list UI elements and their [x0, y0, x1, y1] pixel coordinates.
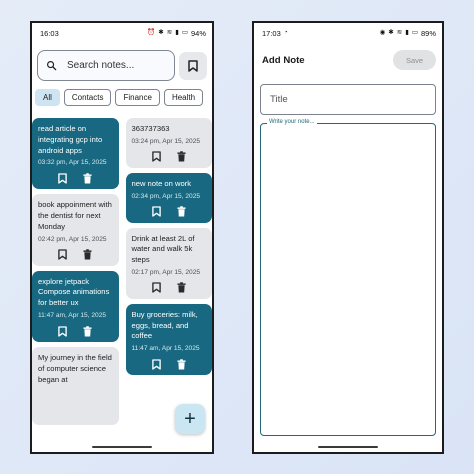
- note-card[interactable]: read article on integrating gcp into and…: [32, 118, 119, 190]
- battery-icon: ▭: [181, 28, 188, 36]
- bluetooth-icon: ✱: [158, 28, 164, 36]
- note-actions: [132, 206, 207, 218]
- status-bar: 16:03 ⏰ ✱ ≋ ▮ ▭ 94%: [32, 23, 212, 43]
- wifi-icon: ≋: [396, 28, 403, 36]
- note-card[interactable]: book appoinment with the dentist for nex…: [32, 194, 119, 266]
- note-text: Drink at least 2L of water and walk 5k s…: [131, 233, 195, 265]
- delete-icon[interactable]: [177, 359, 186, 370]
- battery-level: 89%: [420, 28, 436, 38]
- note-text: My journey in the field of computer scie…: [38, 353, 112, 384]
- delete-icon[interactable]: [83, 173, 92, 184]
- note-card[interactable]: new note on work 02:34 pm, Apr 15, 2025: [125, 172, 212, 223]
- chip-finance[interactable]: Finance: [115, 89, 160, 106]
- add-note-header: Add Note Save: [262, 48, 436, 72]
- note-card[interactable]: explore jetpack Compose animations for b…: [32, 270, 119, 343]
- page-title: Add Note: [262, 54, 305, 66]
- note-date: 02:42 pm, Apr 15, 2025: [38, 235, 107, 243]
- delete-icon[interactable]: [83, 249, 92, 260]
- battery-icon: ▭: [411, 28, 418, 36]
- delete-icon[interactable]: [177, 206, 186, 217]
- bookmark-icon[interactable]: [151, 359, 161, 370]
- note-date: 11:47 am, Apr 15, 2025: [131, 345, 200, 353]
- status-time: 17:03: [262, 28, 281, 38]
- title-input[interactable]: Title: [260, 84, 436, 115]
- note-date: 02:17 pm, Apr 15, 2025: [131, 268, 201, 276]
- signal-icon: ▮: [405, 28, 409, 36]
- chip-all[interactable]: All: [35, 89, 60, 106]
- category-chips: All Contacts Finance Health: [34, 89, 212, 106]
- bookmark-icon: [188, 59, 198, 72]
- bookmark-icon[interactable]: [151, 206, 161, 217]
- status-bar: 17:03 ◔ ◉ ✱ ≋ ▮ ▭ 89%: [254, 23, 442, 43]
- note-text: Buy groceries: milk, eggs, bread, and co…: [131, 309, 198, 341]
- delete-icon[interactable]: [177, 282, 186, 293]
- notes-column-left: read article on integrating gcp into and…: [32, 118, 119, 452]
- save-button[interactable]: Save: [393, 50, 436, 70]
- bookmarks-filter-button[interactable]: [179, 51, 207, 80]
- home-indicator: [318, 446, 378, 448]
- search-input[interactable]: Search notes...: [37, 50, 175, 81]
- note-actions: [132, 358, 207, 370]
- battery-level: 94%: [190, 28, 206, 38]
- note-text: read article on integrating gcp into and…: [38, 124, 103, 155]
- bookmark-icon[interactable]: [151, 282, 161, 294]
- plus-icon: +: [184, 408, 196, 430]
- notification-icon: ◔: [283, 28, 288, 36]
- chip-contacts[interactable]: Contacts: [63, 89, 112, 106]
- note-date: 03:32 pm, Apr 15, 2025: [38, 159, 107, 167]
- add-note-screen: 17:03 ◔ ◉ ✱ ≋ ▮ ▭ 89% Add Note Save Titl…: [252, 21, 444, 454]
- note-actions: [132, 282, 207, 294]
- notes-list-screen: 16:03 ⏰ ✱ ≋ ▮ ▭ 94% Search notes... All …: [30, 21, 214, 454]
- add-note-button[interactable]: +: [175, 404, 205, 434]
- bookmark-icon[interactable]: [151, 151, 161, 162]
- status-time: 16:03: [40, 28, 59, 38]
- note-card[interactable]: Drink at least 2L of water and walk 5k s…: [125, 227, 212, 299]
- note-text: 363737363: [131, 124, 170, 133]
- note-date: 02:34 pm, Apr 15, 2025: [131, 192, 201, 200]
- notes-column-right: 363737363 03:24 pm, Apr 15, 2025 new note …: [125, 118, 212, 452]
- note-body-input[interactable]: Write your note...: [260, 119, 436, 436]
- note-card[interactable]: Buy groceries: milk, eggs, bread, and co…: [125, 303, 212, 376]
- chip-health[interactable]: Health: [163, 89, 204, 106]
- note-actions: [38, 325, 113, 337]
- note-card[interactable]: My journey in the field of computer scie…: [32, 347, 119, 426]
- bookmark-icon[interactable]: [58, 173, 68, 184]
- note-card[interactable]: 363737363 03:24 pm, Apr 15, 2025: [125, 118, 212, 168]
- search-placeholder: Search notes...: [67, 60, 135, 71]
- bookmark-icon[interactable]: [58, 325, 68, 337]
- note-body-label: Write your note...: [267, 119, 317, 125]
- bluetooth-icon: ✱: [388, 28, 394, 36]
- delete-icon[interactable]: [177, 151, 186, 162]
- note-date: 03:24 pm, Apr 15, 2025: [131, 137, 201, 145]
- home-indicator: [92, 446, 152, 448]
- note-actions: [38, 172, 113, 184]
- note-date: 11:47 am, Apr 15, 2025: [38, 312, 107, 320]
- vibrate-icon: ◉: [379, 28, 386, 36]
- delete-icon[interactable]: [83, 325, 92, 337]
- note-actions: [38, 249, 113, 261]
- note-text: book appoinment with the dentist for nex…: [38, 200, 112, 231]
- note-text: explore jetpack Compose animations for b…: [38, 276, 110, 308]
- alarm-icon: ⏰: [147, 28, 156, 36]
- bookmark-icon[interactable]: [58, 249, 68, 260]
- note-actions: [132, 151, 207, 163]
- notes-grid: read article on integrating gcp into and…: [32, 118, 212, 452]
- note-text: new note on work: [131, 178, 192, 188]
- search-icon: [47, 61, 57, 71]
- wifi-icon: ≋: [166, 28, 173, 36]
- signal-icon: ▮: [175, 28, 179, 36]
